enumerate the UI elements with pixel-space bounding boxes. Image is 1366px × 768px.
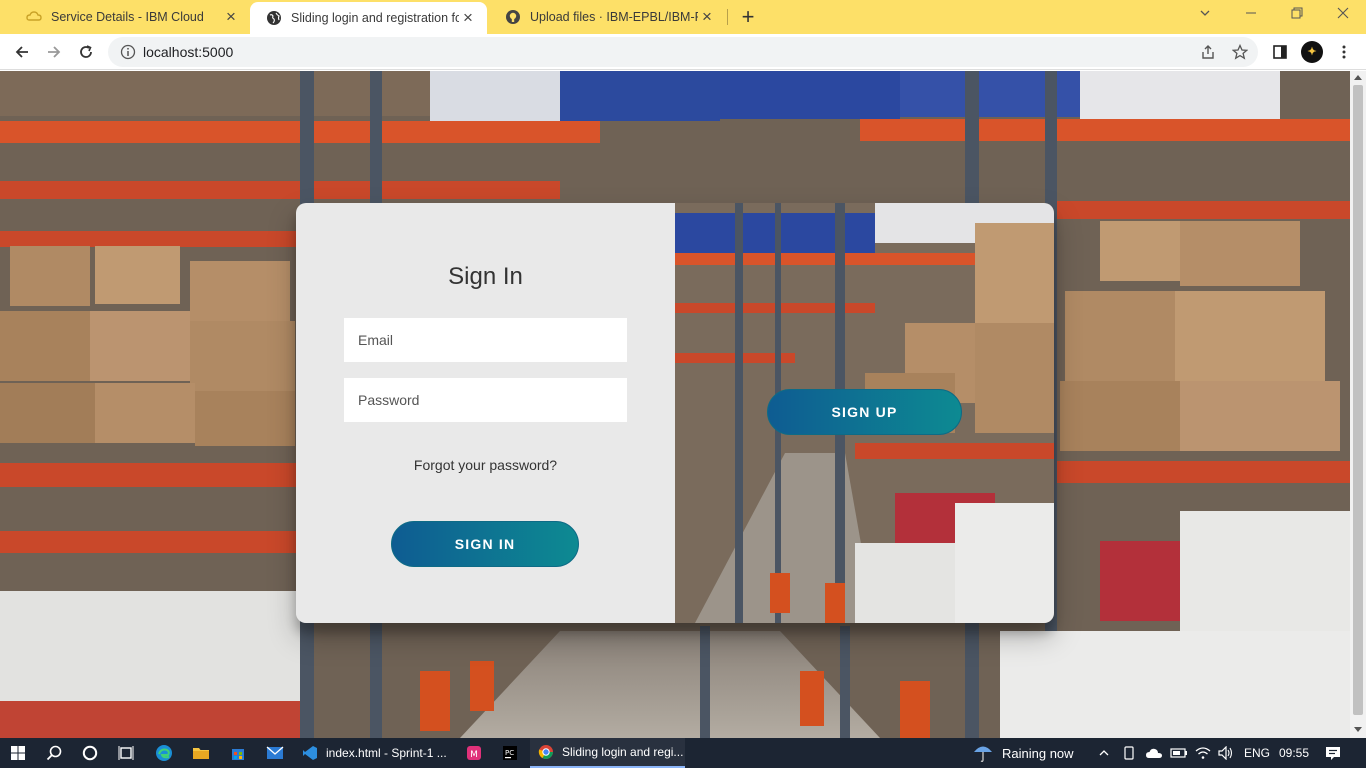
scrollbar-thumb[interactable] [1353,85,1363,715]
wifi-icon[interactable] [1195,738,1211,768]
windows-taskbar: index.html - Sprint-1 ... M PC Sliding l… [0,738,1366,768]
volume-icon[interactable] [1218,738,1234,768]
weather-widget[interactable]: Raining now [972,738,1074,768]
show-hidden-icons-chevron-icon[interactable] [1098,738,1110,768]
menu-kebab-icon[interactable] [1332,40,1356,64]
taskbar-app-label: Sliding login and regi... [562,745,684,759]
forgot-password-link[interactable]: Forgot your password? [296,457,675,473]
task-view-icon[interactable] [108,738,144,768]
share-icon[interactable] [1196,40,1220,64]
notifications-icon[interactable] [1325,738,1341,768]
close-window-icon[interactable] [1320,0,1366,30]
tab-upload-files[interactable]: Upload files · IBM-EPBL/IBM-Project × [489,0,726,34]
forward-arrow-icon[interactable] [42,40,66,64]
file-explorer-icon[interactable] [183,738,219,768]
back-arrow-icon[interactable] [10,40,34,64]
browser-toolbar: localhost:5000 ✦ [0,34,1366,70]
tab-sliding-login[interactable]: Sliding login and registration form × [250,2,487,34]
url-text: localhost:5000 [143,44,234,60]
sign-in-button[interactable]: SIGN IN [391,521,579,567]
store-icon[interactable] [220,738,256,768]
clock-time[interactable]: 09:55 [1279,738,1309,768]
browser-tab-strip: Service Details - IBM Cloud × Sliding lo… [0,0,1366,34]
onedrive-cloud-icon[interactable] [1145,738,1163,768]
login-container: Sign In Forgot your password? SIGN IN [296,203,1054,623]
taskbar-app-label: index.html - Sprint-1 ... [326,746,447,760]
weather-text: Raining now [1002,745,1074,761]
taskbar-app-chrome[interactable]: Sliding login and regi... [530,738,685,768]
taskbar-app-vscode[interactable]: index.html - Sprint-1 ... [294,738,454,768]
tab-divider [727,9,728,25]
chrome-icon [538,744,554,760]
reload-icon[interactable] [74,40,98,64]
pycharm-icon[interactable]: PC [492,738,528,768]
mail-icon[interactable] [257,738,293,768]
vscode-icon [302,745,318,761]
scroll-up-arrow-icon[interactable] [1354,75,1362,80]
device-icon[interactable] [1122,738,1136,768]
close-tab-icon[interactable]: × [459,9,477,27]
svg-text:PC: PC [505,749,514,757]
page-scrollbar[interactable] [1350,71,1366,738]
app-pink-icon[interactable]: M [456,738,492,768]
scroll-down-arrow-icon[interactable] [1354,727,1362,732]
sign-in-panel: Sign In Forgot your password? SIGN IN [296,203,675,623]
tab-title: Sliding login and registration form [291,11,459,25]
input-language[interactable]: ENG [1244,738,1270,768]
tab-service-details[interactable]: Service Details - IBM Cloud × [10,0,250,34]
svg-text:M: M [470,750,478,760]
globe-icon [266,10,282,26]
sign-up-button[interactable]: SIGN UP [767,389,962,435]
overlay-panel: SIGN UP [675,203,1054,623]
sign-in-title: Sign In [448,263,523,290]
address-bar[interactable]: localhost:5000 [108,37,1258,67]
windows-start-icon[interactable] [0,738,36,768]
profile-avatar[interactable]: ✦ [1300,40,1324,64]
page-viewport: Sign In Forgot your password? SIGN IN [0,71,1350,738]
tab-title: Upload files · IBM-EPBL/IBM-Project [530,10,698,24]
github-icon [505,9,521,25]
search-icon[interactable] [36,738,72,768]
new-tab-button[interactable]: + [737,6,759,28]
close-tab-icon[interactable]: × [222,8,240,26]
battery-icon[interactable] [1170,738,1188,768]
restore-icon[interactable] [1274,0,1320,30]
site-info-icon[interactable] [120,44,136,65]
edge-icon[interactable] [146,738,182,768]
close-tab-icon[interactable]: × [698,8,716,26]
tab-search-icon[interactable] [1182,0,1228,30]
side-panel-icon[interactable] [1268,40,1292,64]
email-field[interactable] [344,318,627,362]
cortana-icon[interactable] [72,738,108,768]
bookmark-star-icon[interactable] [1228,40,1252,64]
tab-title: Service Details - IBM Cloud [51,10,204,24]
umbrella-icon [972,743,994,763]
ibm-cloud-icon [26,9,42,25]
minimize-icon[interactable] [1228,0,1274,30]
password-field[interactable] [344,378,627,422]
